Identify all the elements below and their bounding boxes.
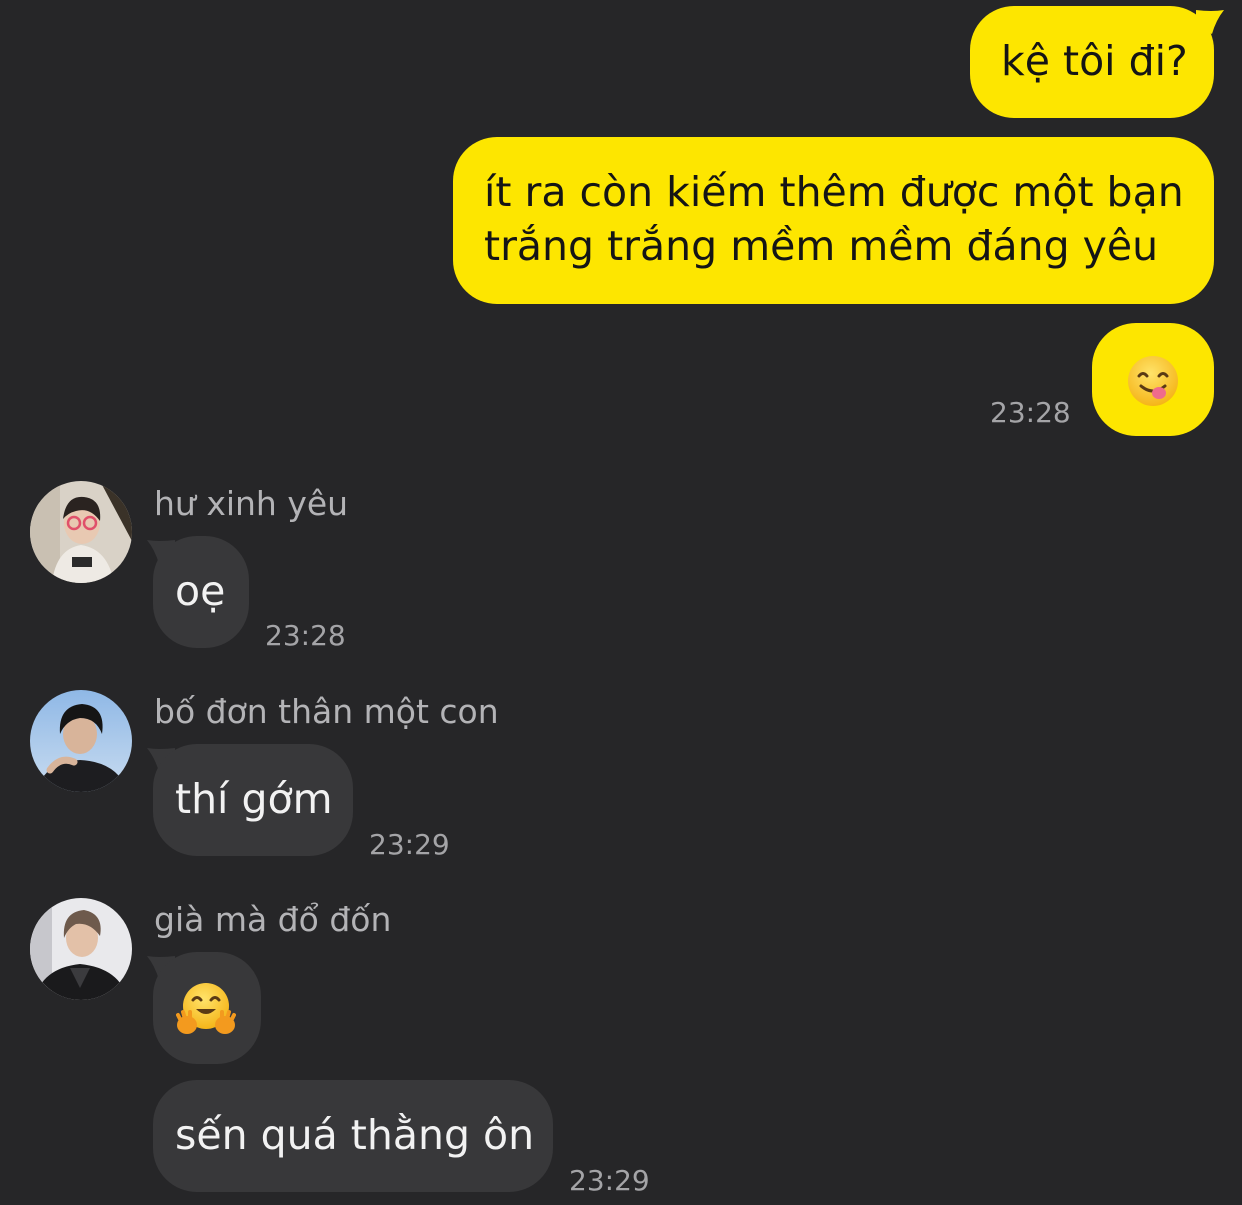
hugging-face-emoji-icon <box>176 983 236 1034</box>
message-text-line: trắng trắng mềm mềm đáng yêu <box>484 222 1159 270</box>
message-text-line: ít ra còn kiếm thêm được một bạn <box>484 168 1184 216</box>
sender-name: già mà đổ đốn <box>154 900 392 939</box>
outgoing-message-bubble[interactable]: kệ tôi đi? <box>970 6 1214 118</box>
outgoing-message-bubble[interactable]: ít ra còn kiếm thêm được một bạn trắng t… <box>453 137 1214 304</box>
message-text: kệ tôi đi? <box>1001 37 1188 85</box>
bubble-tail <box>1196 10 1224 34</box>
message-timestamp: 23:28 <box>265 619 346 652</box>
message-text: oẹ <box>175 567 226 615</box>
incoming-emoji-bubble[interactable] <box>153 952 261 1064</box>
message-text: sến quá thằng ôn <box>175 1111 535 1159</box>
avatar[interactable] <box>30 898 132 1000</box>
avatar[interactable] <box>30 690 132 792</box>
message-text: thí gớm <box>175 775 333 823</box>
incoming-message-bubble[interactable]: sến quá thằng ôn <box>153 1080 553 1192</box>
message-timestamp: 23:28 <box>990 396 1071 429</box>
sender-name: bố đơn thân một con <box>154 692 499 731</box>
message-timestamp: 23:29 <box>569 1164 650 1197</box>
avatar[interactable] <box>30 481 132 583</box>
savoring-food-emoji-icon <box>1128 356 1178 406</box>
sender-name: hư xinh yêu <box>154 484 349 523</box>
incoming-message-bubble[interactable]: thí gớm <box>153 744 353 856</box>
outgoing-emoji-bubble[interactable] <box>1092 323 1214 436</box>
incoming-message-bubble[interactable]: oẹ <box>153 536 249 648</box>
chat-thread: kệ tôi đi? ít ra còn kiếm thêm được một … <box>0 0 1242 1205</box>
message-timestamp: 23:29 <box>369 828 450 861</box>
